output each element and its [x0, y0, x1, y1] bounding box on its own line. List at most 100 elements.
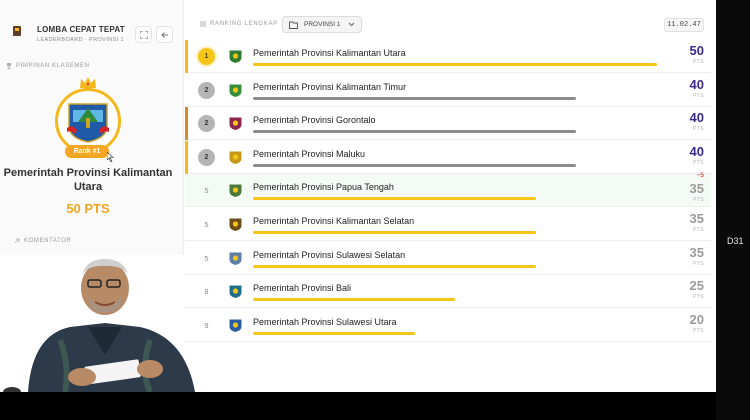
- ranking-row: 9 Pemerintah Provinsi Sulawesi Utara 20 PTS: [185, 309, 711, 342]
- points-unit-label: PTS: [693, 294, 704, 301]
- rank-number: 8: [204, 287, 209, 297]
- score-points: 35: [689, 244, 704, 260]
- province-name: Pemerintah Provinsi Sulawesi Utara: [253, 316, 397, 327]
- side-overlay-strip: [716, 0, 750, 420]
- leader-points: 50 PTS: [66, 201, 110, 216]
- list-icon: [200, 21, 206, 27]
- back-button[interactable]: [156, 26, 173, 43]
- rank-number: 9: [204, 320, 209, 330]
- province-group-dropdown[interactable]: PROVINSI 1: [282, 16, 362, 33]
- side-overlay-label: D31: [727, 236, 744, 246]
- points-unit-label: PTS: [693, 59, 704, 65]
- ranking-row: 5 Pemerintah Provinsi Sulawesi Selatan 35 P…: [185, 242, 711, 275]
- folder-icon: [289, 21, 298, 29]
- commentator-section-label: KOMENTATOR: [14, 238, 71, 244]
- rank-number: 5: [204, 186, 209, 196]
- score-points: 25: [689, 278, 704, 294]
- commentator-webcam: [0, 255, 205, 392]
- rank-number: 5: [204, 253, 209, 263]
- points-unit-label: PTS: [693, 227, 704, 233]
- rank-number: 2: [198, 115, 215, 133]
- score-points: 35: [689, 211, 704, 226]
- score-bar-fill: [253, 197, 536, 201]
- arrow-left-icon: [160, 31, 168, 38]
- event-logo-icon: [8, 22, 26, 40]
- score-points: 40: [689, 110, 704, 126]
- ranking-row: 5 Pemerintah Provinsi Papua Tengah −5 35 PTS: [185, 172, 711, 208]
- score-bar-track: [253, 264, 657, 268]
- rank-number: 2: [198, 148, 215, 166]
- score-bar-track: [253, 96, 657, 100]
- trophy-icon: [7, 63, 11, 69]
- province-logo-icon: [229, 117, 242, 131]
- ranking-row: 8 Pemerintah Provinsi Bali 25 PTS: [185, 275, 711, 309]
- rank-number: 5: [204, 220, 209, 229]
- bottom-letterbox: [0, 392, 716, 420]
- points-unit-label: PTS: [693, 260, 704, 267]
- score-points: 20: [689, 311, 704, 327]
- clock-display: 11.02.47: [664, 18, 704, 32]
- score-bar-track: [253, 197, 657, 201]
- brand: LOMBA CEPAT TEPAT LEADERBOARD · PROVINSI…: [8, 22, 125, 43]
- app-screen: LOMBA CEPAT TEPAT LEADERBOARD · PROVINSI…: [0, 0, 716, 392]
- app-subtitle: LEADERBOARD · PROVINSI 1: [37, 37, 124, 43]
- arrow-up-right-icon: [14, 238, 20, 244]
- province-name: Pemerintah Provinsi Sulawesi Selatan: [253, 249, 406, 260]
- score-bar-track: [253, 231, 657, 234]
- score-bar-fill: [253, 264, 536, 268]
- score-bar-track: [253, 331, 657, 335]
- score-bar-fill: [253, 96, 577, 100]
- ranking-row: 5 Pemerintah Provinsi Kalimantan Selatan 3…: [185, 208, 711, 241]
- province-logo-icon: [229, 184, 242, 198]
- ranking-row: 2 Pemerintah Provinsi Gorontalo 40 PTS: [185, 107, 711, 141]
- mouse-cursor-icon: [107, 152, 114, 162]
- province-logo-icon: [229, 84, 242, 97]
- province-logo-icon: [229, 151, 242, 164]
- score-points: 35: [689, 181, 704, 197]
- score-points: 40: [689, 143, 704, 159]
- score-bar-fill: [253, 298, 455, 302]
- points-unit-label: PTS: [693, 126, 704, 133]
- points-unit-label: PTS: [693, 327, 704, 334]
- app-title: LOMBA CEPAT TEPAT: [37, 25, 125, 34]
- rank-number: 1: [198, 48, 215, 65]
- score-bar-fill: [253, 331, 415, 335]
- ranking-label: RANKING LENGKAP: [200, 21, 278, 27]
- chevron-down-icon: [348, 22, 355, 27]
- province-emblem-icon: [67, 103, 109, 143]
- score-bar-track: [253, 163, 657, 167]
- score-bar-fill: [253, 63, 657, 66]
- score-bar-fill: [253, 231, 536, 234]
- province-logo-icon: [229, 50, 242, 63]
- leader-name: Pemerintah Provinsi Kalimantan Utara: [3, 167, 173, 193]
- score-bar-fill: [253, 130, 577, 134]
- score-delta: −5: [696, 172, 704, 180]
- points-unit-label: PTS: [693, 159, 704, 166]
- province-name: Pemerintah Provinsi Kalimantan Selatan: [253, 216, 415, 226]
- province-logo-icon: [229, 319, 242, 332]
- fullscreen-button[interactable]: [135, 26, 152, 43]
- province-name: Pemerintah Provinsi Papua Tengah: [253, 182, 394, 193]
- score-bar-track: [253, 130, 657, 134]
- points-unit-label: PTS: [693, 197, 704, 204]
- score-bar-track: [253, 298, 657, 302]
- score-bar-fill: [253, 163, 577, 167]
- leader-section-label: PIMPINAN KLASEMEN: [6, 63, 90, 69]
- province-name: Pemerintah Provinsi Maluku: [253, 148, 366, 159]
- province-name: Pemerintah Provinsi Bali: [253, 283, 352, 294]
- points-unit-label: PTS: [693, 92, 704, 99]
- province-name: Pemerintah Provinsi Kalimantan Utara: [253, 48, 406, 58]
- score-points: 40: [689, 76, 704, 92]
- leader-rank-pill: Rank #1: [65, 145, 109, 158]
- province-logo-icon: [229, 285, 242, 299]
- province-name: Pemerintah Provinsi Kalimantan Timur: [253, 81, 407, 92]
- rank-number: 2: [198, 81, 215, 99]
- expand-icon: [139, 30, 148, 39]
- score-points: 50: [689, 43, 704, 58]
- ranking-row: 2 Pemerintah Provinsi Kalimantan Timur 40 P…: [185, 74, 711, 107]
- province-logo-icon: [229, 218, 242, 231]
- ranking-row: 2 Pemerintah Provinsi Maluku 40 PTS: [185, 140, 711, 174]
- ranking-row: 1 Pemerintah Provinsi Kalimantan Utara 50 P…: [185, 40, 711, 73]
- score-bar-track: [253, 63, 657, 66]
- dropdown-value: PROVINSI 1: [304, 21, 341, 28]
